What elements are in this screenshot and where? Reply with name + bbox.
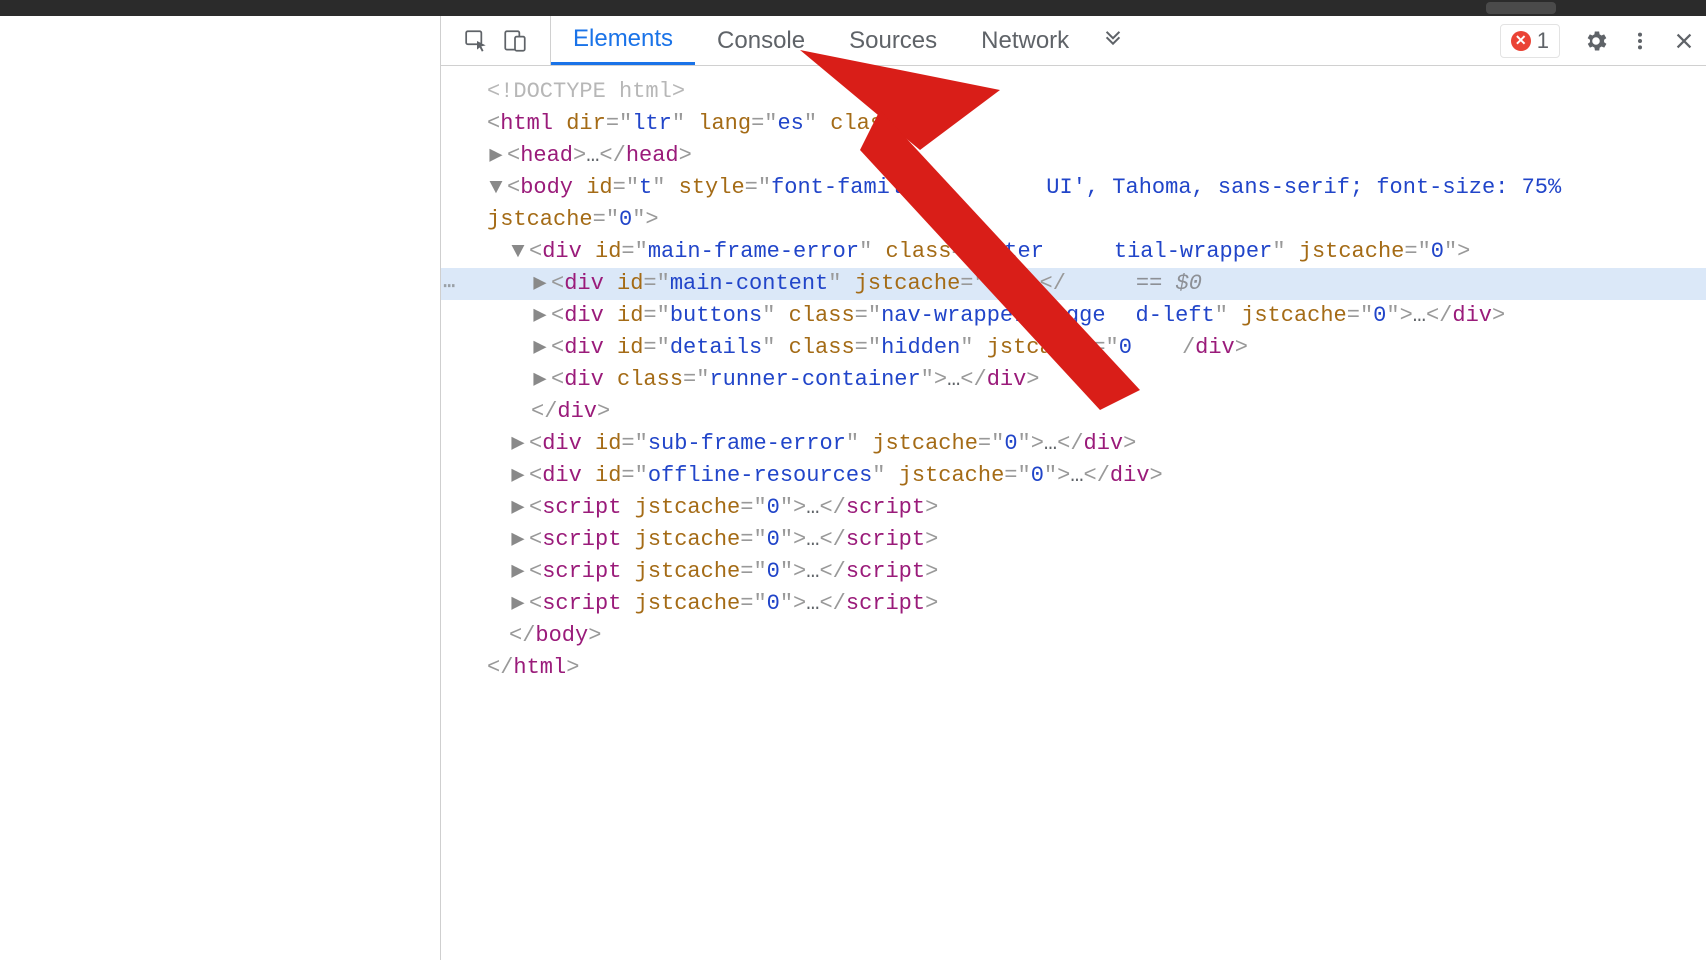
node-sub-frame-error[interactable]: <div id="sub-frame-error" jstcache="0">…… (529, 431, 1136, 456)
node-offline-resources[interactable]: <div id="offline-resources" jstcache="0"… (529, 463, 1163, 488)
node-doctype[interactable]: <!DOCTYPE html> (487, 79, 685, 104)
expand-icon[interactable]: ▶ (531, 268, 549, 300)
more-tabs-icon[interactable] (1091, 16, 1135, 65)
node-closediv[interactable]: </div> (531, 399, 610, 424)
inspect-element-icon[interactable] (464, 28, 490, 54)
expand-icon[interactable]: ▶ (531, 300, 549, 332)
device-toolbar-icon[interactable] (502, 28, 528, 54)
node-script[interactable]: <script jstcache="0">…</script> (529, 527, 938, 552)
node-body-open-cont[interactable]: jstcache="0"> (487, 207, 659, 232)
settings-icon[interactable] (1574, 16, 1618, 65)
node-script[interactable]: <script jstcache="0">…</script> (529, 591, 938, 616)
selected-marker: == $0 (1136, 271, 1202, 296)
node-runner[interactable]: <div class="runner-container">…</div> (551, 367, 1040, 392)
devtools-tabs: Elements Console Sources Network (551, 16, 1091, 65)
dom-tree[interactable]: <!DOCTYPE html> <html dir="ltr" lang="es… (441, 66, 1706, 684)
node-head[interactable]: <head>…</head> (507, 143, 692, 168)
close-devtools-icon[interactable] (1662, 16, 1706, 65)
node-html-open[interactable]: <html dir="ltr" lang="es" clas (487, 111, 883, 136)
expand-icon[interactable]: ▶ (509, 556, 527, 588)
expand-icon[interactable]: ▶ (509, 492, 527, 524)
node-html-close[interactable]: </html> (487, 655, 579, 680)
expand-icon[interactable]: ▶ (509, 588, 527, 620)
kebab-menu-icon[interactable] (1618, 16, 1662, 65)
browser-titlebar (0, 0, 1706, 16)
error-count: 1 (1537, 28, 1549, 54)
error-count-badge[interactable]: ✕ 1 (1500, 24, 1560, 58)
devtools-panel: Elements Console Sources Network ✕ 1 (441, 16, 1706, 960)
node-buttons[interactable]: <div id="buttons" class="nav-wrapper sug… (551, 303, 1106, 328)
collapse-icon[interactable]: ▼ (487, 172, 505, 204)
tab-network[interactable]: Network (959, 16, 1091, 65)
node-main-frame-error[interactable]: <div id="main-frame-error" class="inter (529, 239, 1044, 264)
tab-elements[interactable]: Elements (551, 16, 695, 65)
node-script[interactable]: <script jstcache="0">…</script> (529, 495, 938, 520)
tab-console[interactable]: Console (695, 16, 827, 65)
node-script[interactable]: <script jstcache="0">…</script> (529, 559, 938, 584)
node-body-open[interactable]: <body id="t" style="font-famil (507, 175, 903, 200)
expand-icon[interactable]: ▶ (531, 332, 549, 364)
expand-icon[interactable]: ▶ (531, 364, 549, 396)
expand-icon[interactable]: ▶ (487, 140, 505, 172)
expand-icon[interactable]: ▶ (509, 460, 527, 492)
expand-icon[interactable]: ▶ (509, 428, 527, 460)
expand-icon[interactable]: ▶ (509, 524, 527, 556)
node-details[interactable]: <div id="details" class="hidden" jstcach… (551, 335, 1132, 360)
node-main-content-selected[interactable]: ⋯▶<div id="main-content" jstcache="0">…<… (441, 268, 1706, 300)
tab-sources[interactable]: Sources (827, 16, 959, 65)
devtools-toolbar: Elements Console Sources Network ✕ 1 (441, 16, 1706, 66)
error-icon: ✕ (1511, 31, 1531, 51)
node-body-close[interactable]: </body> (509, 623, 601, 648)
page-preview-pane (0, 16, 440, 960)
collapse-icon[interactable]: ▼ (509, 236, 527, 268)
